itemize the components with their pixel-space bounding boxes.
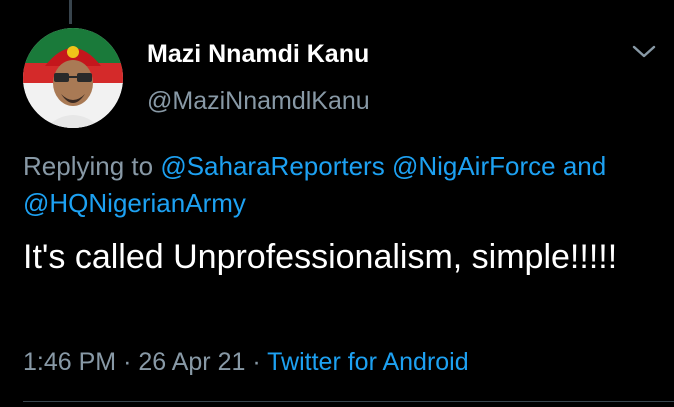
mention-hq-nigerian-army[interactable]: @HQNigerianArmy xyxy=(23,188,246,218)
avatar[interactable] xyxy=(23,28,123,128)
tweet-card: Mazi Nnamdi Kanu @MaziNnamdlKanu Replyin… xyxy=(0,0,674,407)
tweet-text: It's called Unprofessionalism, simple!!!… xyxy=(23,238,618,276)
tweet-time[interactable]: 1:46 PM xyxy=(23,348,116,376)
user-handle[interactable]: @MaziNnamdlKanu xyxy=(147,85,370,117)
mention-nig-air-force[interactable]: @NigAirForce xyxy=(392,151,556,181)
meta-separator: · xyxy=(252,348,261,376)
user-block[interactable]: Mazi Nnamdi Kanu @MaziNnamdlKanu xyxy=(147,38,370,117)
reply-context: Replying to @SaharaReporters @NigAirForc… xyxy=(23,148,663,222)
profile-photo-icon xyxy=(23,28,123,128)
divider xyxy=(23,401,674,402)
chevron-down-icon[interactable] xyxy=(630,42,658,62)
mention-sahara-reporters[interactable]: @SaharaReporters xyxy=(160,151,384,181)
tweet-meta: 1:46 PM · 26 Apr 21 · Twitter for Androi… xyxy=(23,345,469,379)
reply-prefix: Replying to xyxy=(23,151,154,181)
reply-joiner[interactable]: and xyxy=(563,151,606,181)
meta-separator: · xyxy=(123,348,132,376)
display-name[interactable]: Mazi Nnamdi Kanu xyxy=(147,38,370,70)
thread-connector-line xyxy=(69,0,72,24)
tweet-date[interactable]: 26 Apr 21 xyxy=(138,348,245,376)
tweet-source-link[interactable]: Twitter for Android xyxy=(267,348,468,376)
